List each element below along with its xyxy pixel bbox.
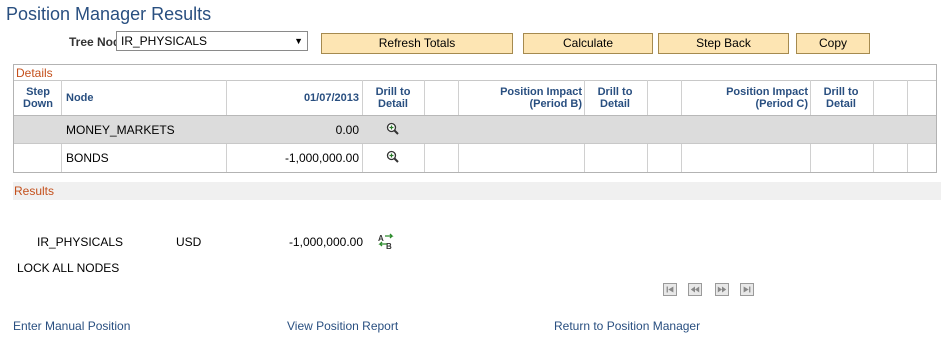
sort-ab-icon[interactable]: A B [377, 233, 395, 250]
next-page-icon[interactable] [715, 283, 729, 296]
row-node: BONDS [66, 151, 109, 165]
svg-text:B: B [386, 242, 392, 250]
details-title: Details [16, 66, 53, 80]
lock-all-nodes-text: LOCK ALL NODES [17, 261, 120, 275]
return-to-position-manager-link[interactable]: Return to Position Manager [554, 319, 700, 333]
first-page-icon[interactable] [663, 283, 677, 296]
header-divider [14, 115, 936, 116]
header-node[interactable]: Node [66, 92, 94, 104]
step-back-button[interactable]: Step Back [658, 33, 789, 54]
dropdown-arrow-icon: ▼ [294, 36, 303, 46]
results-currency: USD [176, 235, 202, 249]
results-title: Results [14, 184, 55, 198]
calculate-button[interactable]: Calculate [523, 33, 653, 54]
header-drill-1: Drill to Detail [375, 86, 411, 110]
header-drill-2: Drill to Detail [597, 86, 633, 110]
results-section-bar [13, 182, 941, 200]
row-node: MONEY_MARKETS [66, 123, 175, 137]
row-value: 0.00 [335, 123, 359, 137]
header-step-down: Step Down [23, 86, 53, 110]
results-node: IR_PHYSICALS [37, 235, 124, 249]
view-position-report-link[interactable]: View Position Report [287, 319, 398, 333]
svg-text:A: A [378, 234, 384, 243]
tree-node-value: IR_PHYSICALS [121, 34, 208, 48]
header-impact-b[interactable]: Position Impact (Period B) [460, 86, 582, 110]
magnifier-icon[interactable] [386, 122, 399, 135]
magnifier-icon[interactable] [386, 150, 399, 163]
tree-node-select[interactable]: IR_PHYSICALS ▼ [116, 31, 308, 51]
grid-title-divider [14, 80, 936, 81]
header-impact-c[interactable]: Position Impact (Period C) [683, 86, 808, 110]
last-page-icon[interactable] [740, 283, 754, 296]
header-drill-3: Drill to Detail [823, 86, 859, 110]
previous-page-icon[interactable] [688, 283, 702, 296]
header-date[interactable]: 01/07/2013 [228, 92, 359, 104]
enter-manual-position-link[interactable]: Enter Manual Position [13, 319, 130, 333]
row-value: -1,000,000.00 [284, 151, 359, 165]
copy-button[interactable]: Copy [796, 33, 870, 54]
results-amount: -1,000,000.00 [288, 235, 363, 249]
table-row [14, 144, 936, 172]
page-title: Position Manager Results [6, 4, 212, 24]
refresh-totals-button[interactable]: Refresh Totals [321, 33, 513, 54]
